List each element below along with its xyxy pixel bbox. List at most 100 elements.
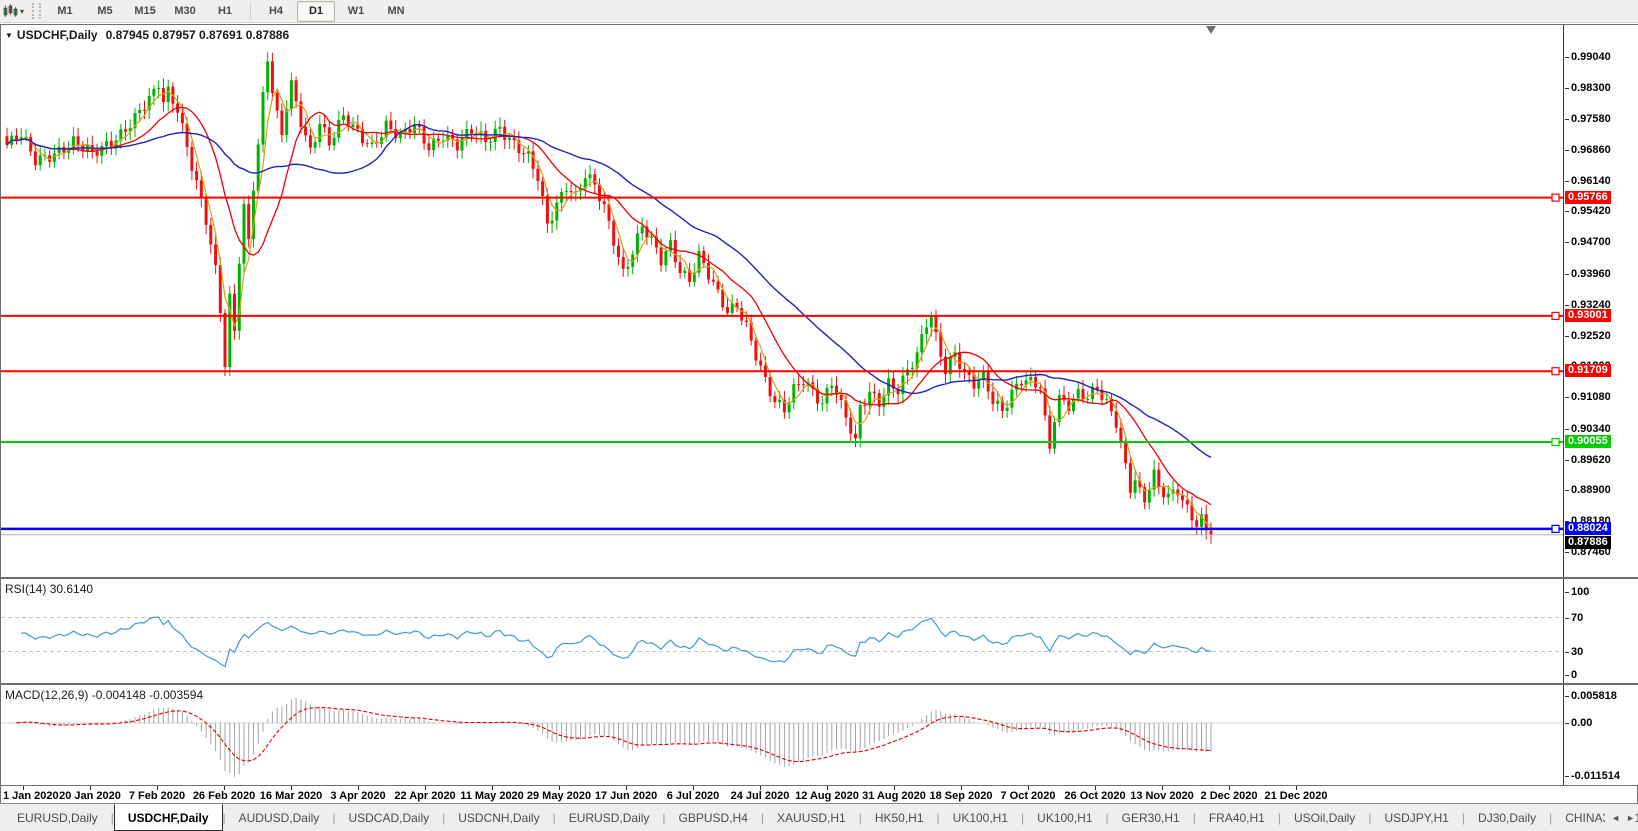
pane-splitter[interactable] <box>0 682 1638 686</box>
chart-tab-fra40-h1[interactable]: FRA40,H1 <box>1196 804 1278 831</box>
hline-price-label: 0.91709 <box>1565 364 1611 378</box>
date-axis-label: 13 Nov 2020 <box>1130 790 1194 802</box>
date-axis-label: 29 May 2020 <box>526 790 592 802</box>
chart-tab-ger30-h1[interactable]: GER30,H1 <box>1109 804 1193 831</box>
pane-splitter[interactable] <box>0 576 1638 580</box>
date-axis-label: 12 Aug 2020 <box>795 790 859 802</box>
chart-tab-audusd-daily[interactable]: AUDUSD,Daily <box>226 804 333 831</box>
date-axis-label: 24 Jul 2020 <box>730 790 790 802</box>
rsi-axis-label: 0 <box>1564 669 1578 681</box>
current-price-label: 0.87886 <box>1565 535 1611 549</box>
price-axis-label: 0.95420 <box>1565 205 1611 218</box>
chart-tab-usdjpy-h1[interactable]: USDJPY,H1 <box>1371 804 1461 831</box>
rsi-chart-canvas[interactable] <box>1 579 1563 683</box>
chart-title: ▼ USDCHF,Daily 0.87945 0.87957 0.87691 0.8… <box>5 28 289 42</box>
date-axis: 1 Jan 2020 20 Jan 2020 7 Feb 2020 26 Feb 20… <box>0 786 1638 803</box>
timeframe-button-m1[interactable]: M1 <box>46 1 84 22</box>
hline-price-label: 0.93001 <box>1565 308 1611 322</box>
price-axis-label: 0.89620 <box>1565 453 1611 466</box>
macd-indicator-pane: MACD(12,26,9) -0.004148 -0.003594 0.0058… <box>0 684 1638 786</box>
price-axis: 0.99040 0.98300 0.97580 0.96860 0.96140 0.954… <box>1563 25 1638 577</box>
chart-menu-dropdown-icon[interactable]: ▾ <box>20 7 24 16</box>
candlestick-chart-icon <box>3 4 18 17</box>
price-axis-label: 0.97580 <box>1565 113 1611 125</box>
date-axis-label: 16 Mar 2020 <box>259 790 323 802</box>
timeframe-button-m5[interactable]: M5 <box>86 1 124 22</box>
tab-scroll-left-icon[interactable]: ◄ <box>1611 813 1620 823</box>
chart-tab-usdcad-daily[interactable]: USDCAD,Daily <box>335 804 442 831</box>
timeframe-button-mn[interactable]: MN <box>377 1 415 22</box>
chart-tab-dj30-daily[interactable]: DJ30,Daily <box>1465 804 1549 831</box>
date-axis-label: 6 Jul 2020 <box>666 790 720 802</box>
main-chart-pane: ▼ USDCHF,Daily 0.87945 0.87957 0.87691 0.8… <box>0 24 1638 578</box>
date-axis-label: 1 Jan 2020 <box>3 790 59 802</box>
timeframe-button-h1[interactable]: H1 <box>206 1 244 22</box>
tab-scroll-right-icon[interactable]: ► <box>1626 813 1635 823</box>
chart-symbol-label: USDCHF,Daily <box>16 28 98 42</box>
chart-tab-uk100-h1[interactable]: UK100,H1 <box>940 804 1021 831</box>
macd-indicator-name: MACD(12,26,9) <box>5 688 89 702</box>
rsi-label: RSI(14) 30.6140 <box>5 582 93 596</box>
hline-price-label: 0.90055 <box>1565 435 1611 448</box>
timeframe-button-m15[interactable]: M15 <box>126 1 164 22</box>
price-axis-label: 0.90340 <box>1565 422 1611 435</box>
rsi-axis-label: 70 <box>1564 611 1584 624</box>
price-axis-label: 0.92520 <box>1565 329 1611 342</box>
date-axis-label: 20 Jan 2020 <box>59 790 121 802</box>
date-axis-label: 26 Feb 2020 <box>192 790 256 802</box>
rsi-indicator-pane: RSI(14) 30.6140 100 70 30 0 <box>0 578 1638 684</box>
timeframe-toolbar: ▾ M1 M5 M15 M30 H1 H4 D1 W1 MN <box>0 0 1638 23</box>
date-axis-label: 21 Dec 2020 <box>1264 790 1328 802</box>
rsi-axis: 100 70 30 0 <box>1563 579 1638 683</box>
price-axis-label: 0.93960 <box>1565 267 1611 280</box>
mt4-terminal: { "toolbar": { "chart_menu_icon": "candl… <box>0 0 1638 831</box>
price-axis-label: 0.91080 <box>1565 391 1611 404</box>
price-axis-label: 0.94700 <box>1565 236 1611 249</box>
date-axis-label: 17 Jun 2020 <box>594 790 658 802</box>
chart-tab-eurusd-daily[interactable]: EURUSD,Daily <box>556 804 663 831</box>
price-axis-label: 0.99040 <box>1565 50 1611 63</box>
timeframe-button-m30[interactable]: M30 <box>166 1 204 22</box>
chart-menu-button[interactable]: ▾ <box>0 4 28 18</box>
timeframe-button-d1[interactable]: D1 <box>297 0 336 22</box>
chart-tab-xauusd-h1[interactable]: XAUUSD,H1 <box>764 804 859 831</box>
rsi-axis-label: 100 <box>1564 586 1590 598</box>
date-axis-label: 2 Dec 2020 <box>1200 790 1258 802</box>
chart-tab-usdcnh-daily[interactable]: USDCNH,Daily <box>445 804 552 831</box>
toolbar-separator <box>250 3 252 19</box>
date-axis-label: 31 Aug 2020 <box>862 790 926 802</box>
date-axis-label: 26 Oct 2020 <box>1064 790 1126 802</box>
timeframe-button-h4[interactable]: H4 <box>257 1 295 22</box>
timeframe-button-w1[interactable]: W1 <box>337 1 375 22</box>
macd-axis-label: 0.00 <box>1564 717 1593 729</box>
macd-axis-label: -0.011514 <box>1565 770 1620 782</box>
price-axis-label: 0.98300 <box>1565 82 1611 95</box>
chart-tab-uk100-h1[interactable]: UK100,H1 <box>1024 804 1105 831</box>
macd-axis: 0.005818 0.00 -0.011514 <box>1563 685 1638 785</box>
rsi-axis-label: 30 <box>1564 645 1584 658</box>
chart-tab-bar: EURUSD,Daily | USDCHF,Daily | AUDUSD,Daily | U… <box>0 803 1638 831</box>
macd-axis-label: 0.005818 <box>1565 690 1617 703</box>
chart-tab-usdchf-daily[interactable]: USDCHF,Daily <box>113 804 223 831</box>
rsi-indicator-value: 30.6140 <box>49 582 94 596</box>
chart-tab-eurusd-daily[interactable]: EURUSD,Daily <box>4 804 111 831</box>
date-axis-label: 11 May 2020 <box>460 790 524 802</box>
main-chart-canvas[interactable] <box>1 25 1563 577</box>
date-axis-label: 7 Feb 2020 <box>128 790 186 802</box>
hline-price-label: 0.95766 <box>1565 190 1611 204</box>
macd-chart-canvas[interactable] <box>1 685 1563 785</box>
macd-label: MACD(12,26,9) -0.004148 -0.003594 <box>5 688 203 702</box>
tab-scroll-controls: ◄ ► <box>1605 804 1635 831</box>
chart-tab-hk50-h1[interactable]: HK50,H1 <box>862 804 937 831</box>
hline-price-label: 0.88024 <box>1565 521 1611 535</box>
date-axis-label: 7 Oct 2020 <box>1000 790 1056 802</box>
toolbar-grip-handle[interactable] <box>32 3 42 19</box>
price-axis-label: 0.96140 <box>1565 174 1611 187</box>
chart-tab-usoil-daily[interactable]: USOil,Daily <box>1281 804 1368 831</box>
chart-tab-gbpusd-h4[interactable]: GBPUSD,H4 <box>666 804 761 831</box>
date-axis-label: 3 Apr 2020 <box>330 790 386 802</box>
chart-ohlc-values: 0.87945 0.87957 0.87691 0.87886 <box>105 28 290 42</box>
macd-indicator-values: -0.004148 -0.003594 <box>91 688 204 702</box>
chart-collapse-icon[interactable]: ▼ <box>5 31 13 40</box>
date-axis-label: 18 Sep 2020 <box>929 790 993 802</box>
